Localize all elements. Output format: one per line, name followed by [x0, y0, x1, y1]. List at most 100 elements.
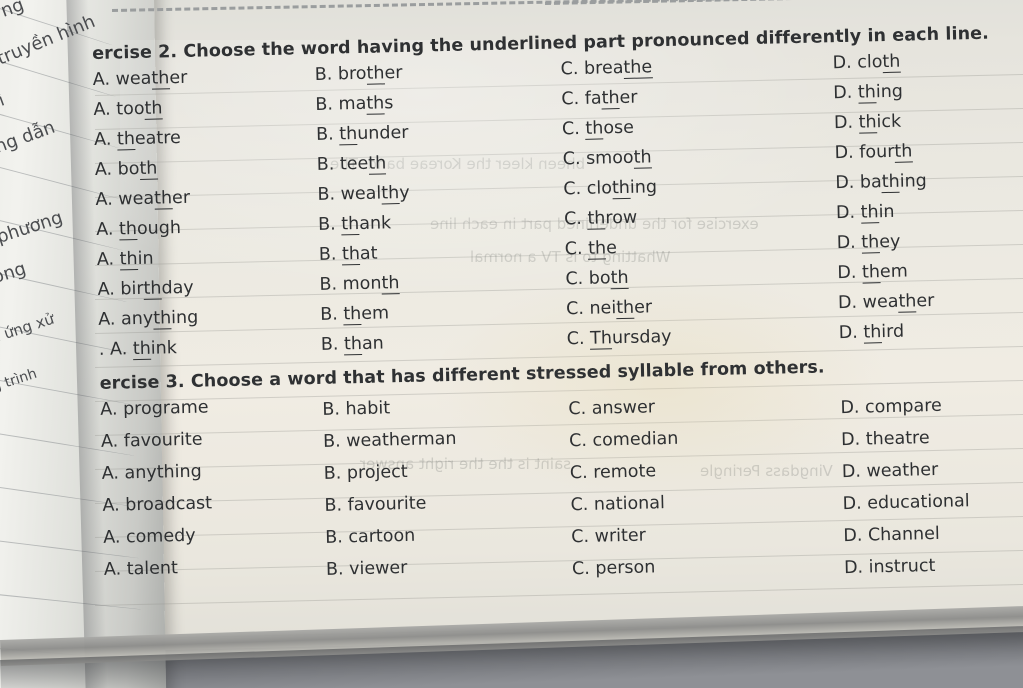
option-b[interactable]: B. brother — [315, 63, 403, 85]
underlined-part: th — [339, 124, 358, 146]
option-b[interactable]: B. that — [319, 243, 378, 266]
option-a[interactable]: A. weather — [93, 68, 188, 90]
option-b[interactable]: B. maths — [315, 93, 393, 115]
underlined-part: th — [882, 51, 901, 74]
underlined-part: th — [366, 93, 385, 115]
underlined-part: th — [144, 98, 163, 120]
option-b[interactable]: B. thunder — [316, 123, 409, 146]
option-b[interactable]: B. weatherman — [323, 429, 457, 452]
option-a[interactable]: A. broadcast — [102, 493, 212, 515]
option-c[interactable]: C. national — [570, 493, 665, 515]
underlined-part: th — [881, 171, 900, 194]
option-b[interactable]: B. thank — [318, 213, 391, 236]
underlined-part: th — [857, 82, 877, 104]
option-d[interactable]: D. fourth — [834, 141, 913, 163]
option-a[interactable]: . A. think — [99, 338, 177, 361]
option-b[interactable]: B. favourite — [324, 494, 426, 516]
option-b[interactable]: B. teeth — [317, 153, 387, 175]
underlined-part: th — [119, 249, 138, 271]
option-c[interactable]: C. father — [561, 88, 638, 110]
underlined-part: th — [341, 213, 360, 236]
option-d[interactable]: D. cloth — [832, 51, 901, 74]
option-a[interactable]: A. theatre — [94, 128, 181, 151]
underlined-part: th — [132, 338, 152, 361]
underlined-part: th — [381, 183, 400, 205]
option-d[interactable]: D. weather — [838, 291, 935, 313]
option-a[interactable]: A. anything — [98, 308, 198, 330]
exercise-content: ercise 2. Choose the word having the und… — [92, 23, 1023, 592]
underlined-part: th — [152, 308, 172, 330]
option-c[interactable]: C. the — [565, 238, 617, 260]
option-d[interactable]: D. thin — [836, 202, 895, 224]
underlined-part: th — [894, 141, 913, 163]
underlined-part: th — [139, 158, 158, 180]
option-a[interactable]: A. tooth — [93, 98, 163, 120]
option-d[interactable]: D. bathing — [835, 171, 927, 193]
option-d[interactable]: D. them — [837, 262, 908, 284]
underlined-part: th — [343, 333, 363, 356]
underlined-part: th — [368, 153, 387, 175]
underlined-part: th — [601, 88, 620, 110]
option-a[interactable]: A. favourite — [101, 430, 203, 452]
underlined-part: th — [343, 303, 362, 326]
exercise3-question-list: A. programe B. habit C. answer D. compare A.… — [100, 379, 1023, 592]
option-c[interactable]: C. breathe — [560, 57, 653, 79]
underlined-part: th — [585, 118, 604, 140]
option-d[interactable]: D. third — [839, 322, 904, 344]
underlined-part: th — [153, 188, 173, 210]
option-b[interactable]: B. habit — [322, 398, 390, 420]
option-b[interactable]: B. viewer — [326, 558, 408, 580]
underlined-part: th — [116, 129, 136, 151]
option-c[interactable]: C. smooth — [563, 147, 652, 169]
option-d[interactable]: D. instruct — [844, 556, 936, 578]
option-a[interactable]: A. comedy — [103, 526, 196, 548]
underlined-part: th — [633, 147, 652, 169]
option-c[interactable]: C. throw — [564, 208, 637, 230]
underlined-part: th — [381, 273, 400, 295]
underlined-part: th — [861, 232, 880, 254]
option-c[interactable]: C. clothing — [563, 177, 657, 199]
exercise2-question-list: A. weather B. brother C. breathe D. cloth A.… — [93, 49, 1023, 370]
option-c[interactable]: C. comedian — [569, 429, 679, 451]
option-d[interactable]: D. they — [836, 232, 901, 254]
option-d[interactable]: D. thick — [834, 112, 901, 134]
underlined-part: th — [861, 262, 881, 284]
option-a[interactable]: A. anything — [102, 462, 202, 484]
option-c[interactable]: C. person — [572, 557, 656, 579]
option-b[interactable]: B. cartoon — [325, 526, 415, 548]
option-b[interactable]: B. month — [319, 273, 400, 295]
option-a[interactable]: A. though — [96, 218, 181, 241]
option-d[interactable]: D. thing — [833, 82, 903, 104]
underlined-part: th — [151, 68, 170, 90]
option-a[interactable]: A. weather — [95, 188, 190, 210]
underlined-part: th — [898, 291, 917, 313]
option-c[interactable]: C. Thursday — [567, 327, 672, 350]
option-c[interactable]: C. remote — [570, 461, 657, 483]
option-c[interactable]: C. answer — [568, 397, 655, 419]
underlined-part: the — [623, 57, 653, 79]
option-a[interactable]: A. thin — [97, 249, 154, 271]
photo-of-workbook-page: ng truyền hình i ng dẫn phương ong h ứng xử g t… — [0, 0, 1023, 688]
option-a[interactable]: A. birthday — [97, 278, 194, 300]
option-c[interactable]: C. writer — [571, 526, 646, 548]
underlined-part: th — [587, 238, 607, 260]
option-b[interactable]: B. project — [324, 462, 408, 484]
option-c[interactable]: C. neither — [566, 297, 652, 319]
option-b[interactable]: B. than — [321, 333, 384, 356]
option-a[interactable]: A. talent — [104, 558, 178, 580]
option-c[interactable]: C. both — [565, 267, 629, 290]
underlined-part: th — [610, 267, 629, 290]
underlined-part: th — [341, 243, 361, 266]
option-b[interactable]: B. them — [320, 303, 389, 326]
underlined-part: th — [611, 177, 631, 200]
option-b[interactable]: B. wealthy — [317, 183, 410, 205]
underlined-part: th — [143, 278, 162, 300]
option-c[interactable]: C. those — [562, 118, 634, 140]
underlined-part: th — [118, 219, 138, 241]
underlined-part: th — [587, 208, 606, 230]
underlined-part: th — [863, 322, 882, 344]
option-a[interactable]: A. both — [95, 158, 158, 180]
underlined-part: th — [366, 63, 385, 85]
option-a[interactable]: A. programe — [100, 397, 209, 419]
underlined-part: th — [615, 297, 635, 320]
